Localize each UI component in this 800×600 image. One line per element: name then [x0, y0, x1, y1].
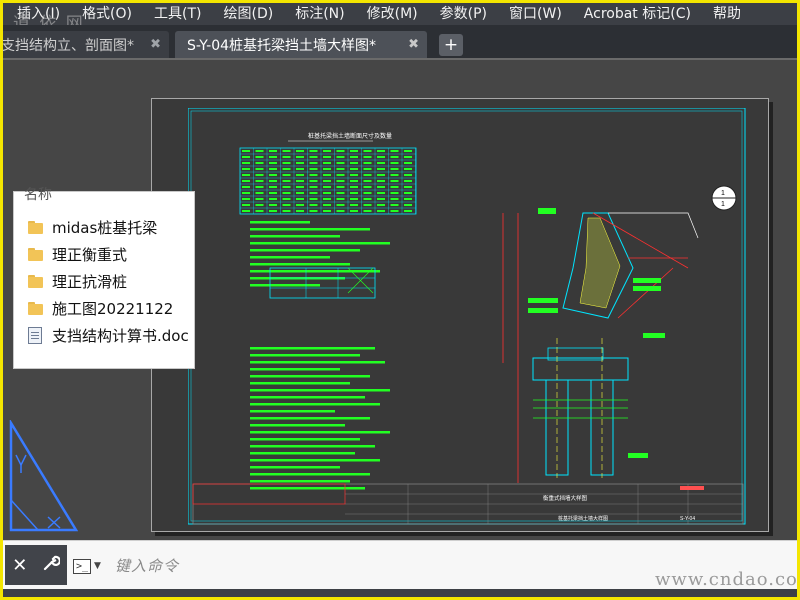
- file-list-panel: 名称 midas桩基托梁 理正衡重式 理正抗滑桩 施工图20221122 支挡结…: [13, 187, 195, 369]
- folder-icon: [28, 302, 43, 315]
- command-prompt-button[interactable]: >_ ▼: [73, 556, 105, 576]
- menu-item[interactable]: 标注(N): [284, 3, 355, 25]
- section-title: 衡重式挡墙大样图: [543, 494, 588, 502]
- ucs-icon: [9, 420, 78, 532]
- menu-item[interactable]: 窗口(W): [498, 3, 573, 25]
- menu-item[interactable]: 工具(T): [143, 3, 212, 25]
- menu-item[interactable]: Acrobat 标记(C): [573, 3, 702, 25]
- wrench-icon[interactable]: [42, 554, 61, 577]
- document-icon: [28, 327, 42, 344]
- chevron-down-icon: ▼: [94, 561, 101, 571]
- drawing-canvas[interactable]: 桩基托梁挡土墙断面尺寸及数量 1 1 衡重式挡墙大样图 桩基托梁挡土墙大样图 S…: [3, 58, 797, 540]
- menu-item[interactable]: 修改(M): [356, 3, 429, 25]
- file-list: midas桩基托梁 理正衡重式 理正抗滑桩 施工图20221122 支挡结构计算…: [28, 214, 189, 349]
- list-item[interactable]: 理正衡重式: [28, 241, 189, 268]
- close-icon[interactable]: ✖: [408, 37, 419, 52]
- item-label: 支挡结构计算书.doc: [52, 327, 189, 345]
- retaining-wall-section: [502, 208, 699, 483]
- document-tab-bar: 支挡结构立、剖面图* ✖ S-Y-04桩基托梁挡土墙大样图* ✖ +: [3, 25, 797, 58]
- menu-item[interactable]: 格式(O): [71, 3, 143, 25]
- autocad-window: 插入(I) 格式(O) 工具(T) 绘图(D) 标注(N) 修改(M) 参数(P) 窗口(W)…: [3, 3, 797, 597]
- close-icon[interactable]: ✕: [12, 555, 27, 576]
- notes-block: [250, 221, 390, 490]
- close-icon[interactable]: ✖: [150, 37, 161, 52]
- status-strip: [3, 589, 797, 597]
- menu-item[interactable]: 插入(I): [3, 3, 71, 25]
- command-line: ✕ >_ ▼ www.cndao.com: [3, 540, 797, 597]
- item-label: 理正抗滑桩: [52, 273, 128, 291]
- new-tab-button[interactable]: +: [439, 34, 463, 56]
- item-label: 施工图20221122: [52, 300, 174, 318]
- drawing-number: S-Y-04: [680, 516, 695, 522]
- list-item[interactable]: 支挡结构计算书.doc: [28, 322, 189, 349]
- list-item[interactable]: 理正抗滑桩: [28, 268, 189, 295]
- menu-item[interactable]: 绘图(D): [213, 3, 285, 25]
- callout-top: 1: [721, 190, 725, 197]
- folder-icon: [28, 221, 43, 234]
- panel-title: 名称: [24, 187, 52, 203]
- menu-item[interactable]: 帮助: [702, 3, 752, 25]
- command-input[interactable]: [115, 555, 635, 577]
- item-label: 理正衡重式: [52, 246, 128, 264]
- list-item[interactable]: 施工图20221122: [28, 295, 189, 322]
- title-block: 桩基托梁挡土墙大样图 S-Y-04: [192, 483, 744, 525]
- table-title: 桩基托梁挡土墙断面尺寸及数量: [308, 132, 392, 140]
- item-label: midas桩基托梁: [52, 219, 158, 237]
- folder-icon: [28, 248, 43, 261]
- list-item[interactable]: midas桩基托梁: [28, 214, 189, 241]
- dimension-table: [239, 147, 417, 215]
- tab-label: S-Y-04桩基托梁挡土墙大样图*: [187, 37, 377, 54]
- tab-pile-beam-detail[interactable]: S-Y-04桩基托梁挡土墙大样图* ✖: [175, 31, 427, 58]
- tab-support-structure[interactable]: 支挡结构立、剖面图* ✖: [3, 31, 169, 58]
- section-callout: 1 1: [711, 185, 737, 211]
- callout-bottom: 1: [721, 201, 725, 208]
- menu-item[interactable]: 参数(P): [429, 3, 498, 25]
- menu-bar: 插入(I) 格式(O) 工具(T) 绘图(D) 标注(N) 修改(M) 参数(P) 窗口(W)…: [3, 3, 797, 25]
- tab-label: 支挡结构立、剖面图*: [3, 37, 134, 54]
- watermark-bottom: www.cndao.com: [655, 569, 797, 590]
- cad-drawing: 桩基托梁挡土墙断面尺寸及数量 1 1 衡重式挡墙大样图 桩基托梁挡土墙大样图 S…: [188, 108, 746, 525]
- folder-icon: [28, 275, 43, 288]
- command-controls: ✕: [5, 545, 67, 585]
- prompt-icon: >_: [73, 558, 91, 574]
- sheet-title: 桩基托梁挡土墙大样图: [558, 515, 608, 522]
